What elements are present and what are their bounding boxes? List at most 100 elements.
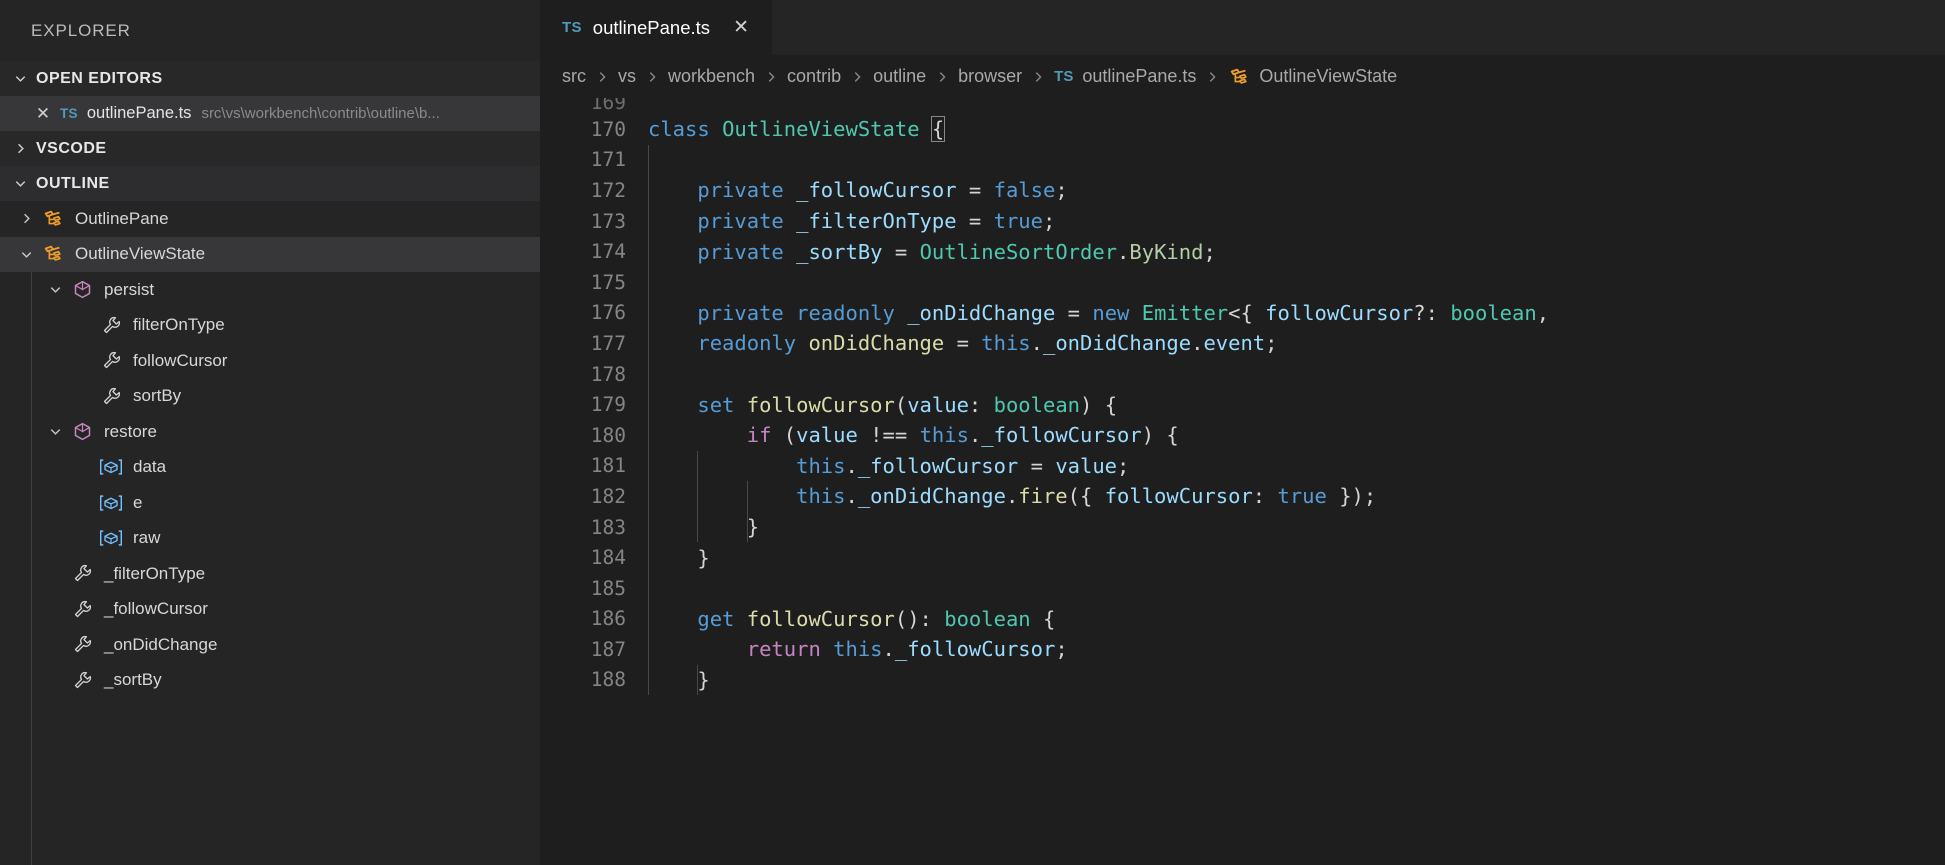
code-line-text: this._followCursor = value; [648, 454, 1129, 478]
breadcrumb-item-vs[interactable]: vs [618, 66, 636, 87]
code-line[interactable]: 172 private _followCursor = false; [540, 175, 1945, 206]
line-number: 173 [540, 210, 648, 233]
open-editor-item-outlinepane[interactable]: ✕ TS outlinePane.ts src\vs\workbench\con… [0, 96, 540, 131]
chevron-down-icon[interactable] [41, 272, 69, 308]
code-line[interactable]: 177 readonly onDidChange = this._onDidCh… [540, 328, 1945, 359]
breadcrumb-item-outline[interactable]: outline [873, 66, 926, 87]
outline-item-label: _sortBy [104, 670, 162, 690]
code-line[interactable]: 182 this._onDidChange.fire({ followCurso… [540, 481, 1945, 512]
chevron-right-icon[interactable] [6, 131, 34, 166]
line-number: 172 [540, 179, 648, 202]
outline-item-label: raw [133, 528, 160, 548]
outline-tree: OutlinePaneOutlineViewState persist filter… [0, 201, 540, 865]
section-outline-label: OUTLINE [36, 175, 110, 193]
code-line[interactable]: 181 this._followCursor = value; [540, 451, 1945, 482]
chevron-right-icon [645, 70, 659, 84]
code-line[interactable]: 179 set followCursor(value: boolean) { [540, 389, 1945, 420]
outline-tree-item-sortby[interactable]: _sortBy [0, 663, 540, 699]
code-line[interactable]: 174 private _sortBy = OutlineSortOrder.B… [540, 236, 1945, 267]
tree-indent [0, 663, 41, 699]
section-open-editors-label: OPEN EDITORS [36, 70, 163, 88]
breadcrumb-item-outlineviewstate[interactable]: OutlineViewState [1259, 66, 1397, 87]
outline-tree-item-data[interactable]: data [0, 450, 540, 486]
section-open-editors[interactable]: OPEN EDITORS [0, 61, 540, 96]
outline-item-label: _followCursor [104, 599, 208, 619]
chevron-down-icon[interactable] [6, 61, 34, 96]
breadcrumb-item-src[interactable]: src [562, 66, 586, 87]
section-vscode[interactable]: VSCODE [0, 131, 540, 166]
code-line[interactable]: 169 [540, 98, 1945, 114]
chevron-right-icon [935, 70, 949, 84]
outline-tree-item-filterontype[interactable]: filterOnType [0, 308, 540, 344]
outline-item-label: persist [104, 280, 154, 300]
code-line[interactable]: 184 } [540, 542, 1945, 573]
tree-indent [0, 308, 70, 344]
method-icon [69, 278, 95, 302]
code-line-text: class OutlineViewState { [648, 117, 944, 141]
tab-bar-empty-space [773, 0, 1945, 55]
tab-outlinepane-ts[interactable]: TS outlinePane.ts ✕ [540, 0, 773, 55]
close-icon[interactable]: ✕ [730, 16, 752, 39]
code-line[interactable]: 186 get followCursor(): boolean { [540, 604, 1945, 635]
chevron-right-icon[interactable] [12, 201, 40, 237]
explorer-title: EXPLORER [0, 0, 540, 61]
code-line[interactable]: 170class OutlineViewState { [540, 114, 1945, 145]
code-line-text: private _followCursor = false; [648, 178, 1068, 202]
line-number: 175 [540, 271, 648, 294]
outline-tree-item-ondidchange[interactable]: _onDidChange [0, 627, 540, 663]
code-line[interactable]: 176 private readonly _onDidChange = new … [540, 298, 1945, 329]
tree-indent [0, 627, 41, 663]
chevron-down-icon[interactable] [6, 166, 34, 201]
code-line[interactable]: 175 [540, 267, 1945, 298]
breadcrumb-item-contrib[interactable]: contrib [787, 66, 841, 87]
line-number: 178 [540, 363, 648, 386]
property-icon [69, 668, 95, 692]
code-line[interactable]: 185 [540, 573, 1945, 604]
chevron-down-icon[interactable] [41, 414, 69, 450]
breadcrumb-item-workbench[interactable]: workbench [668, 66, 755, 87]
outline-tree-item-followcursor[interactable]: followCursor [0, 343, 540, 379]
line-number: 185 [540, 577, 648, 600]
property-icon [69, 562, 95, 586]
outline-tree-item-persist[interactable]: persist [0, 272, 540, 308]
code-line[interactable]: 173 private _filterOnType = true; [540, 206, 1945, 237]
section-outline[interactable]: OUTLINE [0, 166, 540, 201]
line-number: 186 [540, 607, 648, 630]
breadcrumb-item-outlinepane-ts[interactable]: outlinePane.ts [1082, 66, 1196, 87]
chevron-down-icon[interactable] [12, 237, 40, 273]
outline-tree-item-outlineviewstate[interactable]: OutlineViewState [0, 237, 540, 273]
code-line[interactable]: 178 [540, 359, 1945, 390]
close-icon[interactable]: ✕ [30, 104, 56, 124]
outline-tree-item-restore[interactable]: restore [0, 414, 540, 450]
outline-tree-item-e[interactable]: e [0, 485, 540, 521]
property-icon [69, 597, 95, 621]
tree-indent [0, 379, 70, 415]
outline-tree-item-filterontype[interactable]: _filterOnType [0, 556, 540, 592]
code-line-text: private readonly _onDidChange = new Emit… [648, 301, 1549, 325]
code-editor-content[interactable]: 169170class OutlineViewState { 171 172 pri… [540, 98, 1945, 865]
code-line[interactable]: 180 if (value !== this._followCursor) { [540, 420, 1945, 451]
code-line[interactable]: 171 [540, 145, 1945, 176]
line-number: 187 [540, 638, 648, 661]
code-line[interactable]: 187 return this._followCursor; [540, 634, 1945, 665]
class-icon [1228, 66, 1250, 88]
tree-indent [0, 272, 41, 308]
line-number: 171 [540, 148, 648, 171]
outline-tree-item-sortby[interactable]: sortBy [0, 379, 540, 415]
chevron-right-icon [1205, 70, 1219, 84]
code-line-text: private _filterOnType = true; [648, 209, 1055, 233]
variable-icon [98, 491, 124, 515]
chevron-right-icon [764, 70, 778, 84]
outline-item-label: restore [104, 422, 157, 442]
code-line-text: readonly onDidChange = this._onDidChange… [648, 331, 1278, 355]
code-line[interactable]: 183 } [540, 512, 1945, 543]
code-line[interactable]: 188 } [540, 665, 1945, 696]
code-line-text: } [648, 546, 710, 570]
outline-tree-item-outlinepane[interactable]: OutlinePane [0, 201, 540, 237]
breadcrumb-item-browser[interactable]: browser [958, 66, 1022, 87]
outline-tree-item-followcursor[interactable]: _followCursor [0, 592, 540, 628]
line-number: 174 [540, 240, 648, 263]
outline-tree-item-raw[interactable]: raw [0, 521, 540, 557]
bracket-match-highlight: { [932, 117, 944, 141]
line-number: 182 [540, 485, 648, 508]
